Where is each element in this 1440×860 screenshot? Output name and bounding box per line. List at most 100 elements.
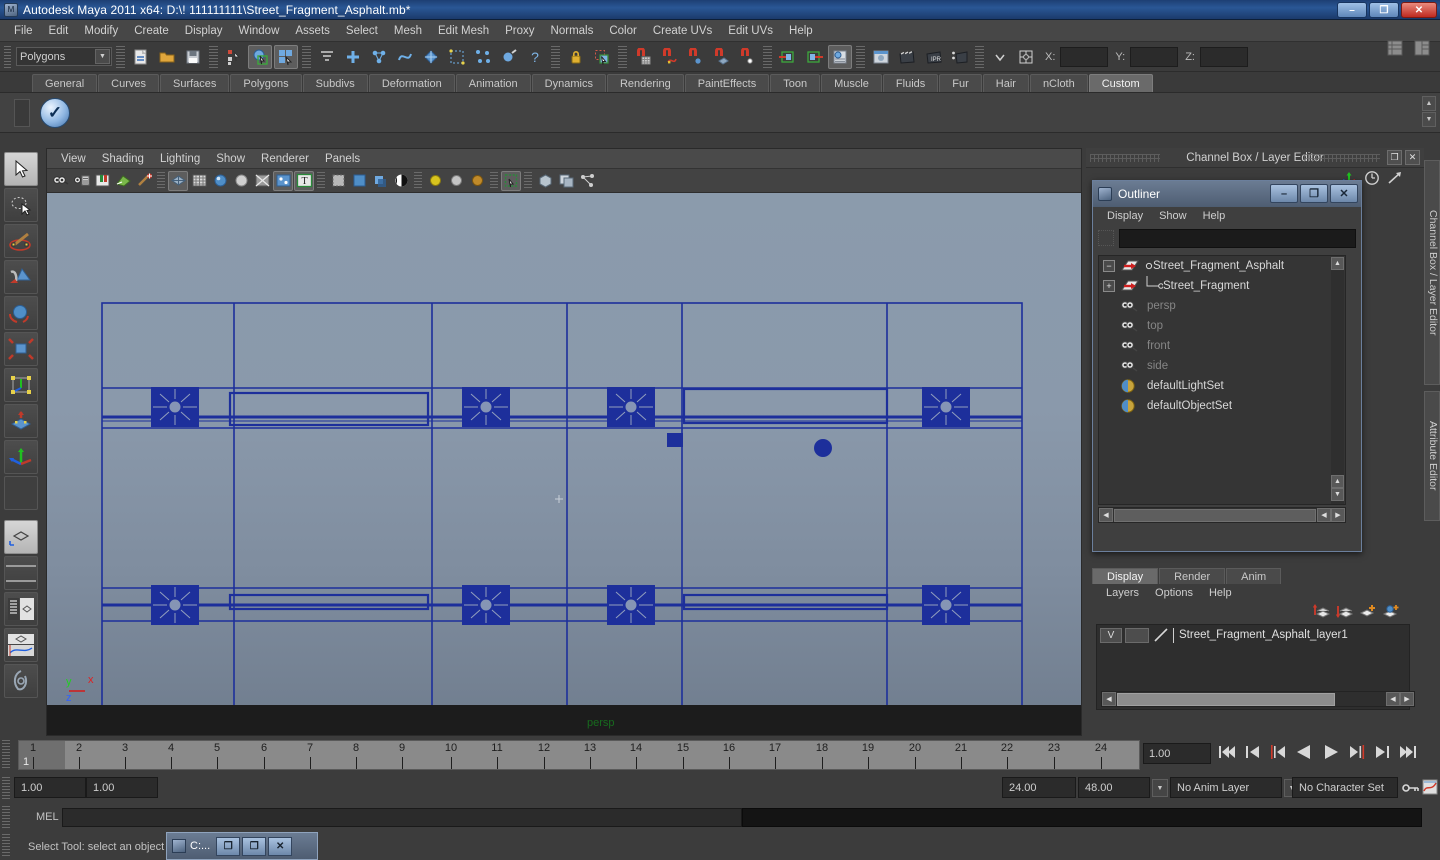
menu-window[interactable]: Window xyxy=(230,23,287,39)
flat-shade-icon[interactable] xyxy=(231,171,251,191)
menu-select[interactable]: Select xyxy=(338,23,386,39)
shelf-tab-custom[interactable]: Custom xyxy=(1088,74,1153,92)
move-tool[interactable] xyxy=(4,260,38,294)
close-button[interactable]: ✕ xyxy=(1401,2,1437,18)
grid-icon[interactable] xyxy=(501,170,521,191)
show-hide-attribute-editor-icon[interactable] xyxy=(1410,36,1434,60)
scale-tool[interactable] xyxy=(4,332,38,366)
universal-manipulator-tool[interactable] xyxy=(4,368,38,402)
shelf-tab-animation[interactable]: Animation xyxy=(455,74,531,92)
outliner-close-button[interactable]: ✕ xyxy=(1330,184,1358,203)
list-item[interactable]: + Street_Fragment xyxy=(1099,276,1345,296)
layer-menu-options[interactable]: Options xyxy=(1147,587,1201,599)
hypershade-layout[interactable] xyxy=(4,664,38,698)
animation-start-time-field[interactable]: 1.00 xyxy=(14,777,86,798)
shelf-scroll-down-icon[interactable]: ▼ xyxy=(1422,112,1436,127)
timeline-track[interactable]: 1 1 2 3 4 5 6 7 8 9 10 11 12 13 14 15 16… xyxy=(18,740,1140,770)
show-text-icon[interactable]: T xyxy=(294,170,314,191)
go-to-start-icon[interactable] xyxy=(1216,742,1238,765)
shelf-tab-painteffects[interactable]: PaintEffects xyxy=(684,74,770,92)
playback-end-time-field[interactable]: 24.00 xyxy=(1002,777,1076,798)
menu-normals[interactable]: Normals xyxy=(543,23,602,39)
shelf-tab-rendering[interactable]: Rendering xyxy=(606,74,684,92)
single-perspective-view[interactable] xyxy=(4,520,38,554)
menu-create-uvs[interactable]: Create UVs xyxy=(645,23,720,39)
move-layer-up-icon[interactable] xyxy=(1312,603,1331,622)
shelf-scroll-controls[interactable]: ▲ ▼ xyxy=(1422,96,1436,127)
channel-box-restore-button[interactable]: ❐ xyxy=(1387,150,1402,165)
outliner-maximize-button[interactable]: ❐ xyxy=(1300,184,1328,203)
scroll-thumb[interactable] xyxy=(1117,692,1335,706)
shelf-tab-toon[interactable]: Toon xyxy=(770,74,821,92)
scroll-thumb[interactable] xyxy=(1114,508,1316,522)
xray-joints-icon[interactable] xyxy=(349,171,369,191)
shelf-scroll-up-icon[interactable]: ▲ xyxy=(1422,96,1436,111)
bookmark-icon[interactable] xyxy=(92,171,112,191)
snap-to-view-plane-icon[interactable] xyxy=(735,45,759,69)
light-grey-icon[interactable] xyxy=(446,171,466,191)
open-render-view-icon[interactable] xyxy=(895,45,919,69)
soft-modification-tool[interactable] xyxy=(4,404,38,438)
step-back-keyframe-icon[interactable] xyxy=(1243,742,1263,765)
scroll-left-icon-2[interactable]: ◀ xyxy=(1317,508,1331,522)
viewport-menu-show[interactable]: Show xyxy=(208,152,253,166)
four-view-layout[interactable] xyxy=(4,556,38,590)
layer-color-swatch-icon[interactable] xyxy=(1152,627,1170,643)
output-connections-icon[interactable] xyxy=(802,45,826,69)
show-hide-channel-box-icon[interactable] xyxy=(1383,36,1407,60)
perspective-viewport[interactable]: x y z persp xyxy=(47,193,1081,735)
new-scene-icon[interactable] xyxy=(129,45,153,69)
menu-assets[interactable]: Assets xyxy=(287,23,338,39)
step-back-frame-icon[interactable] xyxy=(1268,742,1288,765)
scroll-down-icon-2[interactable]: ▼ xyxy=(1331,488,1344,501)
render-current-frame-icon[interactable] xyxy=(869,45,893,69)
shelf-tab-dynamics[interactable]: Dynamics xyxy=(531,74,606,92)
select-uv-icon[interactable] xyxy=(445,45,469,69)
menu-create[interactable]: Create xyxy=(126,23,177,39)
mel-command-input[interactable] xyxy=(62,808,742,827)
shelf-tab-muscle[interactable]: Muscle xyxy=(821,74,882,92)
outliner-minimize-button[interactable]: – xyxy=(1270,184,1298,203)
isolate-select-icon[interactable] xyxy=(328,171,348,191)
snap-to-curve-icon[interactable] xyxy=(657,45,681,69)
smooth-preview-icon[interactable] xyxy=(535,171,555,191)
scroll-right-icon[interactable]: ▶ xyxy=(1331,508,1345,522)
field-chooser-icon[interactable] xyxy=(1014,45,1038,69)
viewport-menu-lighting[interactable]: Lighting xyxy=(152,152,208,166)
shelf-tab-ncloth[interactable]: nCloth xyxy=(1029,74,1088,92)
component-editor-icon[interactable] xyxy=(577,171,597,191)
shelf-grip[interactable] xyxy=(14,99,30,127)
vtab-attribute-editor[interactable]: Attribute Editor xyxy=(1424,391,1440,521)
step-forward-frame-icon[interactable] xyxy=(1347,742,1367,765)
snap-to-plane-icon[interactable] xyxy=(709,45,733,69)
default-lighting-icon[interactable] xyxy=(273,170,293,191)
layer-menu-layers[interactable]: Layers xyxy=(1098,587,1147,599)
snap-to-grid-icon[interactable] xyxy=(631,45,655,69)
arrow-icon[interactable] xyxy=(1386,170,1404,189)
menu-proxy[interactable]: Proxy xyxy=(497,23,542,39)
shelf-tab-surfaces[interactable]: Surfaces xyxy=(159,74,230,92)
playback-speed-dropdown[interactable]: ▼ xyxy=(1152,779,1168,797)
custom-check-button[interactable]: ✓ xyxy=(40,97,70,128)
shelf-tab-subdivs[interactable]: Subdivs xyxy=(302,74,368,92)
shelf-tab-deformation[interactable]: Deformation xyxy=(368,74,455,92)
list-item[interactable]: defaultObjectSet xyxy=(1099,396,1345,416)
animation-preferences-icon[interactable] xyxy=(1422,779,1438,798)
dock-grip-right[interactable] xyxy=(1304,154,1380,162)
auto-key-icon[interactable] xyxy=(1402,780,1420,799)
coord-y-input[interactable] xyxy=(1130,46,1179,67)
wireframe-shading-icon[interactable] xyxy=(168,170,188,191)
script-editor-taskbar-window[interactable]: C:... ❐ ❐ ✕ xyxy=(166,832,318,860)
scroll-down-icon[interactable]: ▲ xyxy=(1331,475,1344,488)
layer-row[interactable]: V Street_Fragment_Asphalt_layer1 xyxy=(1097,625,1409,645)
x-ray-icon[interactable] xyxy=(252,171,272,191)
tab-anim[interactable]: Anim xyxy=(1226,568,1282,584)
anim-layer-field[interactable]: No Anim Layer xyxy=(1170,777,1282,798)
outliner-horizontal-scrollbar[interactable]: ◀ ◀ ▶ xyxy=(1098,507,1346,523)
paint-effects-icon[interactable] xyxy=(134,171,154,191)
viewport-menu-renderer[interactable]: Renderer xyxy=(253,152,317,166)
coord-x-input[interactable] xyxy=(1060,46,1109,67)
layer-horizontal-scrollbar[interactable]: ◀ ◀ ▶ xyxy=(1101,691,1415,707)
new-layer-icon[interactable] xyxy=(1359,603,1377,622)
occlusion-icon[interactable] xyxy=(391,171,411,191)
